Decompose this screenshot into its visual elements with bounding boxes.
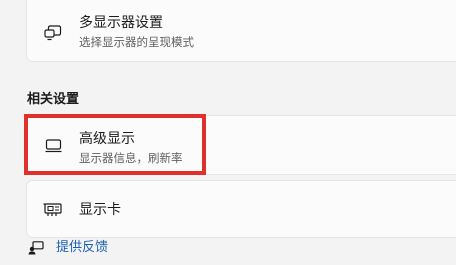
graphics-card-row[interactable]: 显示卡	[26, 180, 456, 238]
multi-display-card[interactable]: 多显示器设置 选择显示器的呈现模式	[26, 0, 456, 62]
graphics-card-title: 显示卡	[79, 202, 121, 218]
monitor-icon	[45, 139, 62, 153]
advanced-display-card[interactable]: 高级显示 显示器信息，刷新率	[26, 115, 456, 175]
multi-display-icon	[44, 25, 62, 41]
related-settings-heading: 相关设置	[27, 92, 80, 107]
graphics-card-icon	[43, 203, 62, 216]
advanced-display-title: 高级显示	[79, 131, 135, 147]
multi-display-subtitle: 选择显示器的呈现模式	[79, 35, 194, 49]
advanced-display-subtitle: 显示器信息，刷新率	[79, 151, 183, 165]
multi-display-title: 多显示器设置	[79, 15, 163, 31]
feedback-label: 提供反馈	[56, 240, 109, 255]
feedback-icon	[28, 241, 44, 255]
feedback-link[interactable]: 提供反馈	[28, 238, 108, 258]
